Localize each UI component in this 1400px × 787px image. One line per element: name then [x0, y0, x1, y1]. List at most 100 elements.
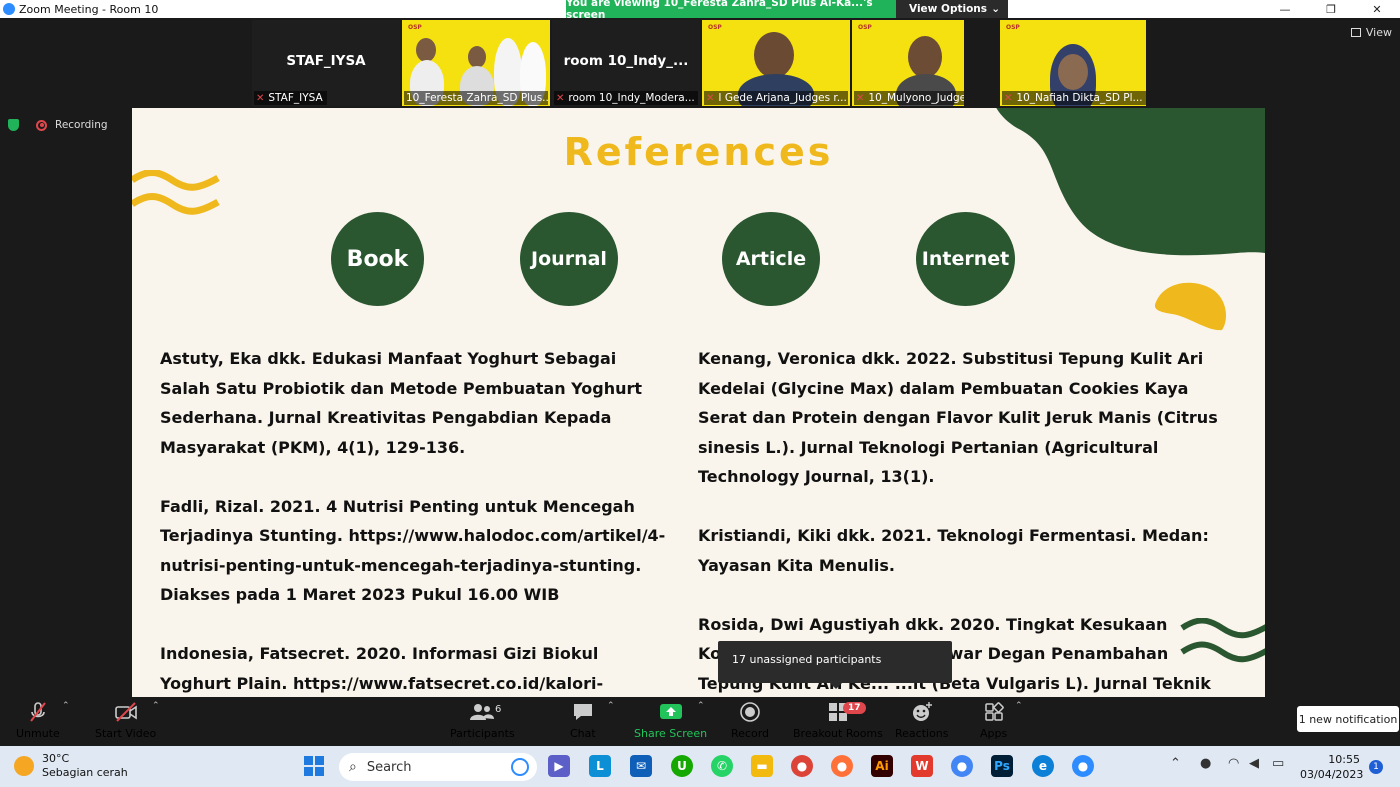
- upwork-icon[interactable]: U: [671, 755, 693, 777]
- mic-muted-icon: ✕: [706, 92, 715, 104]
- record-icon: [739, 701, 761, 723]
- taskbar-search-box[interactable]: ⌕ Search: [339, 753, 537, 781]
- participant-tile[interactable]: OSP ✕ 10_Mulyono_Judge: [852, 20, 964, 106]
- unmute-button[interactable]: Unmute: [16, 701, 60, 740]
- person-video: [468, 46, 486, 68]
- participant-tile[interactable]: room 10_Indy_... ✕ room 10_Indy_Modera...: [552, 20, 700, 106]
- firefox-icon[interactable]: ●: [831, 755, 853, 777]
- new-notification-button[interactable]: 1 new notification: [1297, 706, 1399, 732]
- volume-icon[interactable]: ◀: [1249, 756, 1259, 771]
- participant-name: room 10_Indy_Modera...: [568, 92, 695, 104]
- minimize-button[interactable]: —: [1262, 0, 1308, 18]
- microphone-muted-icon: [28, 701, 48, 723]
- meeting-status: Recording: [8, 119, 108, 131]
- close-button[interactable]: ✕: [1354, 0, 1400, 18]
- notification-count-badge[interactable]: 1: [1369, 760, 1383, 774]
- mail-icon[interactable]: ✉: [630, 755, 652, 777]
- participant-display-name: STAF_IYSA: [286, 53, 366, 69]
- bing-icon: [511, 758, 529, 776]
- teams-icon[interactable]: ▶: [548, 755, 570, 777]
- references-left-column: Astuty, Eka dkk. Edukasi Manfaat Yoghurt…: [160, 344, 670, 697]
- shared-screen-slide: References Book Journal Article Internet…: [132, 108, 1265, 697]
- temperature: 30°C: [42, 752, 70, 765]
- person-video: [416, 38, 436, 62]
- audio-options-caret[interactable]: ⌃: [62, 701, 70, 711]
- participant-tile[interactable]: STAF_IYSA ✕ STAF_IYSA: [252, 20, 400, 106]
- chat-icon: [572, 701, 594, 723]
- video-options-caret[interactable]: ⌃: [152, 701, 160, 711]
- participant-tile[interactable]: OSP 10_Feresta Zahra_SD Plus...: [402, 20, 550, 106]
- view-button[interactable]: View: [1350, 26, 1392, 39]
- reference-entry: Astuty, Eka dkk. Edukasi Manfaat Yoghurt…: [160, 349, 643, 457]
- chat-label: Chat: [570, 727, 596, 740]
- weather-sun-icon: [14, 756, 34, 776]
- zoom-window: Zoom Meeting - Room 10 — ❐ ✕ You are vie…: [0, 0, 1400, 787]
- apps-options-caret[interactable]: ⌃: [1015, 701, 1023, 711]
- l-app-icon[interactable]: L: [589, 755, 611, 777]
- participant-thumbnails: STAF_IYSA ✕ STAF_IYSA OSP 10_Feresta Zahr…: [252, 20, 1148, 106]
- share-screen-label: Share Screen: [634, 727, 708, 740]
- share-banner: You are viewing 10_Feresta Zahra_SD Plus…: [566, 0, 1008, 21]
- breakout-rooms-badge: 17: [843, 702, 866, 714]
- start-video-button[interactable]: Start Video: [95, 701, 156, 740]
- osp-logo-icon: OSP: [408, 24, 422, 31]
- breakout-rooms-label: Breakout Rooms: [793, 727, 883, 740]
- person-video: [754, 32, 794, 78]
- participant-name: STAF_IYSA: [268, 92, 323, 104]
- grid-view-icon: [1350, 28, 1361, 37]
- osp-logo-icon: OSP: [858, 24, 872, 31]
- participant-label: ✕ STAF_IYSA: [254, 91, 327, 105]
- view-options-button[interactable]: View Options ⌄: [896, 0, 1008, 18]
- whatsapp-icon[interactable]: ✆: [711, 755, 733, 777]
- mic-muted-icon: ✕: [556, 92, 565, 104]
- category-article: Article: [722, 212, 820, 306]
- unassigned-participants-tooltip: 17 unassigned participants: [718, 641, 952, 689]
- category-book: Book: [331, 212, 424, 306]
- participant-label: ✕ room 10_Indy_Modera...: [554, 91, 698, 105]
- window-title: Zoom Meeting - Room 10: [19, 2, 159, 16]
- chrome-colored-icon[interactable]: ●: [791, 755, 813, 777]
- reactions-label: Reactions: [895, 727, 949, 740]
- system-clock[interactable]: 10:55 03/04/2023: [1300, 752, 1363, 782]
- slide-title: References: [563, 130, 834, 174]
- weather-widget[interactable]: 30°C Sebagian cerah: [14, 752, 128, 780]
- reference-entry: Kristiandi, Kiki dkk. 2021. Teknologi Fe…: [698, 526, 1209, 575]
- recording-icon: [36, 119, 47, 131]
- unmute-label: Unmute: [16, 727, 60, 740]
- breakout-rooms-button[interactable]: Breakout Rooms: [793, 701, 883, 740]
- photoshop-icon[interactable]: Ps: [991, 755, 1013, 777]
- edge-icon[interactable]: e: [1032, 755, 1054, 777]
- participant-label: 10_Feresta Zahra_SD Plus...: [404, 91, 548, 105]
- windows-start-icon[interactable]: [303, 755, 325, 777]
- participant-tile[interactable]: OSP ✕ 10_Nafiah Dikta_SD Pl...: [1000, 20, 1146, 106]
- microphone-icon[interactable]: ●: [1200, 756, 1211, 771]
- chrome-icon[interactable]: ●: [951, 755, 973, 777]
- participants-icon: [469, 701, 495, 723]
- mic-muted-icon: ✕: [856, 92, 865, 104]
- zoom-taskbar-icon[interactable]: ●: [1072, 755, 1094, 777]
- weather-condition: Sebagian cerah: [42, 766, 128, 779]
- illustrator-icon[interactable]: Ai: [871, 755, 893, 777]
- zoom-logo-icon: [3, 3, 15, 15]
- tray-chevron-icon[interactable]: ⌃: [1170, 756, 1181, 771]
- participant-label: ✕ 10_Mulyono_Judge: [854, 91, 964, 105]
- security-shield-icon[interactable]: [8, 119, 19, 131]
- record-button[interactable]: Record: [731, 701, 769, 740]
- yellow-blob-decoration: [1154, 282, 1226, 331]
- reactions-button[interactable]: Reactions: [895, 701, 949, 740]
- battery-icon[interactable]: ▭: [1272, 756, 1284, 771]
- wifi-icon[interactable]: ◠: [1228, 756, 1239, 771]
- restore-button[interactable]: ❐: [1308, 0, 1354, 18]
- chat-button[interactable]: Chat: [570, 701, 596, 740]
- share-options-caret[interactable]: ⌃: [697, 701, 705, 711]
- reactions-smiley-icon: [911, 701, 933, 723]
- category-journal: Journal: [520, 212, 618, 306]
- wps-icon[interactable]: W: [911, 755, 933, 777]
- person-video: [1058, 54, 1088, 90]
- file-explorer-icon[interactable]: ▬: [751, 755, 773, 777]
- chat-options-caret[interactable]: ⌃: [607, 701, 615, 711]
- apps-button[interactable]: Apps: [980, 701, 1007, 740]
- participants-label: Participants: [450, 727, 515, 740]
- participant-tile[interactable]: OSP ✕ I Gede Arjana_Judges r...: [702, 20, 850, 106]
- participants-button[interactable]: Participants: [450, 701, 515, 740]
